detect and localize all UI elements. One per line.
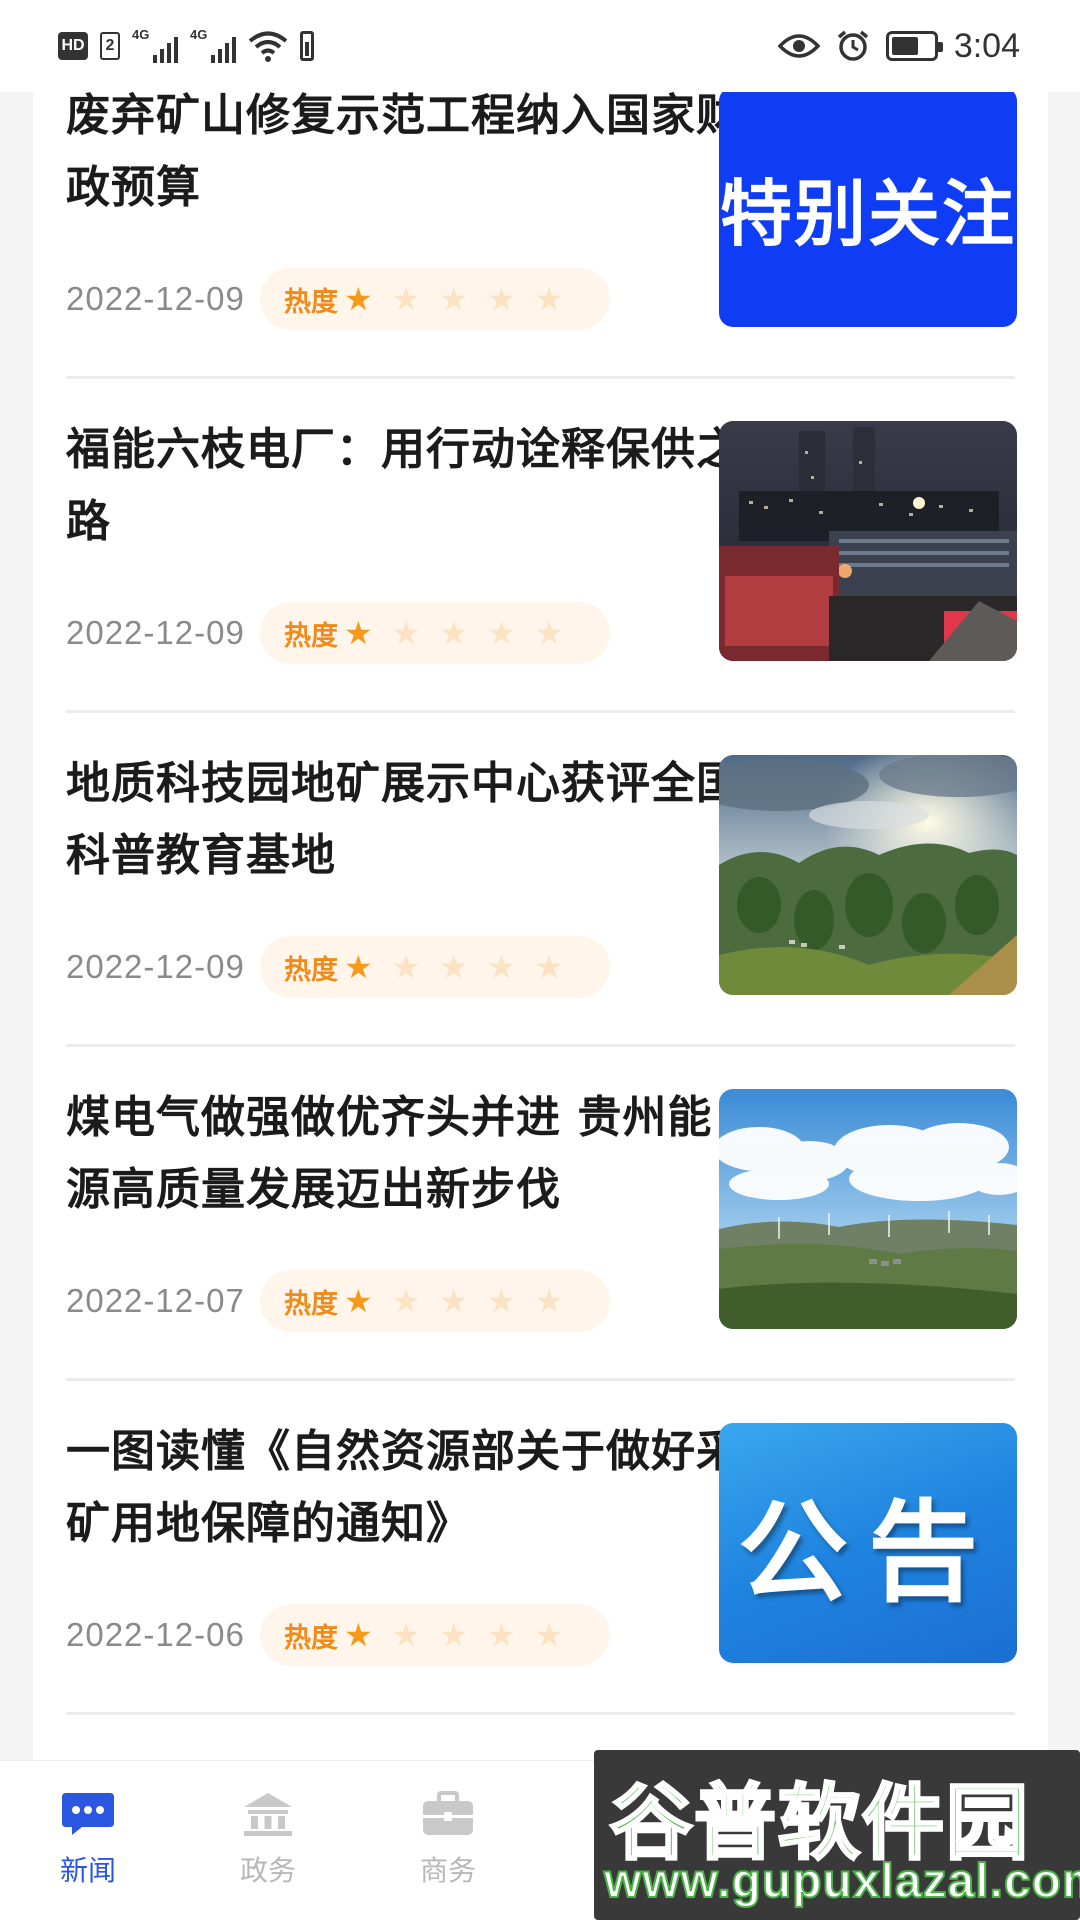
news-title[interactable]: 一图读懂《自然资源部关于做好采矿用地保障的通知》 (66, 1416, 746, 1560)
news-date: 2022-12-09 (66, 280, 245, 317)
news-thumbnail[interactable] (719, 755, 1017, 995)
site-watermark: 谷普软件园 www.gupuxlazal.com (594, 1750, 1080, 1920)
news-thumbnail[interactable] (719, 1089, 1017, 1329)
star-empty-icon: ★ (391, 948, 421, 986)
divider (66, 710, 1015, 713)
star-empty-icon: ★ (487, 1616, 516, 1654)
news-title[interactable]: 废弃矿山修复示范工程纳入国家财政预算 (66, 80, 746, 224)
hd-badge: HD (58, 32, 88, 60)
star-empty-icon: ★ (487, 948, 516, 986)
star-empty-icon: ★ (391, 614, 421, 652)
briefcase-icon (420, 1791, 476, 1837)
clock: 3:04 (953, 26, 1020, 65)
news-item[interactable]: 煤电气做强做优齐头并进 贵州能源高质量发展迈出新步伐 2022-12-07 热度… (33, 1062, 1048, 1396)
star-empty-icon: ★ (439, 614, 469, 652)
wind-farm-photo (719, 1089, 1017, 1329)
star-empty-icon: ★ (534, 280, 564, 318)
star-filled-icon: ★ (344, 614, 373, 652)
news-title[interactable]: 煤电气做强做优齐头并进 贵州能源高质量发展迈出新步伐 (66, 1082, 746, 1226)
heat-label: 热度 (284, 286, 338, 318)
watermark-url: www.gupuxlazal.com (603, 1854, 1080, 1909)
divider (66, 1044, 1015, 1047)
nav-label: 政务 (239, 1854, 296, 1887)
battery-icon (885, 31, 943, 61)
star-empty-icon: ★ (487, 614, 516, 652)
star-filled-icon: ★ (344, 1282, 373, 1320)
heat-rating: 热度 ★ ★ ★ ★ ★ (260, 936, 610, 998)
heat-rating: 热度 ★ ★ ★ ★ ★ (260, 1270, 610, 1332)
night-power-plant-photo (719, 421, 1017, 661)
news-item[interactable]: 废弃矿山修复示范工程纳入国家财政预算 2022-12-09 热度 ★ ★ ★ ★… (33, 60, 1048, 394)
nav-tab-government[interactable]: 政务 (208, 1791, 328, 1889)
news-date: 2022-12-07 (66, 1282, 245, 1319)
nav-label: 新闻 (59, 1854, 116, 1887)
star-empty-icon: ★ (391, 1282, 421, 1320)
nav-tab-news[interactable]: 新闻 (28, 1791, 148, 1889)
heat-label: 热度 (284, 1288, 338, 1320)
nav-label: 商务 (419, 1854, 476, 1887)
star-empty-icon: ★ (534, 948, 564, 986)
star-empty-icon: ★ (439, 280, 469, 318)
divider (66, 1378, 1015, 1381)
sim-indicator: 2 (100, 32, 120, 60)
heat-label: 热度 (284, 1622, 338, 1654)
news-title[interactable]: 地质科技园地矿展示中心获评全国科普教育基地 (66, 748, 746, 892)
star-empty-icon: ★ (391, 280, 421, 318)
status-bar: HD 2 4G 4G 3:04 (0, 0, 1080, 92)
news-list: 废弃矿山修复示范工程纳入国家财政预算 2022-12-09 热度 ★ ★ ★ ★… (33, 60, 1048, 1860)
alarm-icon (836, 29, 870, 63)
star-empty-icon: ★ (534, 1282, 564, 1320)
karst-landscape-photo (719, 755, 1017, 995)
battery-saver-icon (300, 31, 314, 61)
cell-signal-icon: 4G (132, 27, 178, 63)
news-thumbnail[interactable]: 公告 (719, 1423, 1017, 1663)
government-building-icon (240, 1791, 296, 1837)
wifi-icon (248, 30, 288, 62)
star-empty-icon: ★ (534, 1616, 564, 1654)
news-date: 2022-12-09 (66, 614, 245, 651)
news-item[interactable]: 地质科技园地矿展示中心获评全国科普教育基地 2022-12-09 热度 ★ ★ … (33, 728, 1048, 1062)
network-type-label: 4G (132, 27, 150, 42)
status-bar-right: 3:04 (777, 24, 1020, 68)
divider (66, 376, 1015, 379)
network-type-label: 4G (190, 27, 208, 42)
heat-rating: 热度 ★ ★ ★ ★ ★ (260, 1604, 610, 1666)
news-thumbnail[interactable] (719, 421, 1017, 661)
heat-rating: 热度 ★ ★ ★ ★ ★ (260, 268, 610, 330)
star-empty-icon: ★ (487, 280, 516, 318)
star-empty-icon: ★ (534, 614, 564, 652)
nav-tab-business[interactable]: 商务 (388, 1791, 508, 1889)
app-screen: HD 2 4G 4G 3:04 废弃矿山修复示范工程纳入国家财政预算 2022-… (0, 0, 1080, 1920)
heat-rating: 热度 ★ ★ ★ ★ ★ (260, 602, 610, 664)
cell-signal-icon: 4G (190, 27, 236, 63)
divider (66, 1712, 1015, 1715)
thumbnail-caption: 特别关注 (719, 87, 1017, 327)
news-thumbnail[interactable]: 特别关注 (719, 87, 1017, 327)
chat-bubble-icon (60, 1791, 116, 1837)
star-empty-icon: ★ (487, 1282, 516, 1320)
status-bar-left: HD 2 4G 4G (58, 26, 314, 66)
news-item[interactable]: 一图读懂《自然资源部关于做好采矿用地保障的通知》 2022-12-06 热度 ★… (33, 1396, 1048, 1730)
eye-comfort-icon (777, 31, 820, 61)
star-empty-icon: ★ (439, 1616, 469, 1654)
heat-label: 热度 (284, 954, 338, 986)
heat-label: 热度 (284, 620, 338, 652)
star-empty-icon: ★ (439, 1282, 469, 1320)
thumbnail-caption: 公告 (719, 1423, 1017, 1663)
news-title[interactable]: 福能六枝电厂：用行动诠释保供之路 (66, 414, 746, 558)
star-filled-icon: ★ (344, 1616, 373, 1654)
star-empty-icon: ★ (439, 948, 469, 986)
news-item[interactable]: 福能六枝电厂：用行动诠释保供之路 2022-12-09 热度 ★ ★ ★ ★ ★ (33, 394, 1048, 728)
news-date: 2022-12-06 (66, 1616, 245, 1653)
star-empty-icon: ★ (391, 1616, 421, 1654)
star-filled-icon: ★ (344, 280, 373, 318)
news-date: 2022-12-09 (66, 948, 245, 985)
star-filled-icon: ★ (344, 948, 373, 986)
